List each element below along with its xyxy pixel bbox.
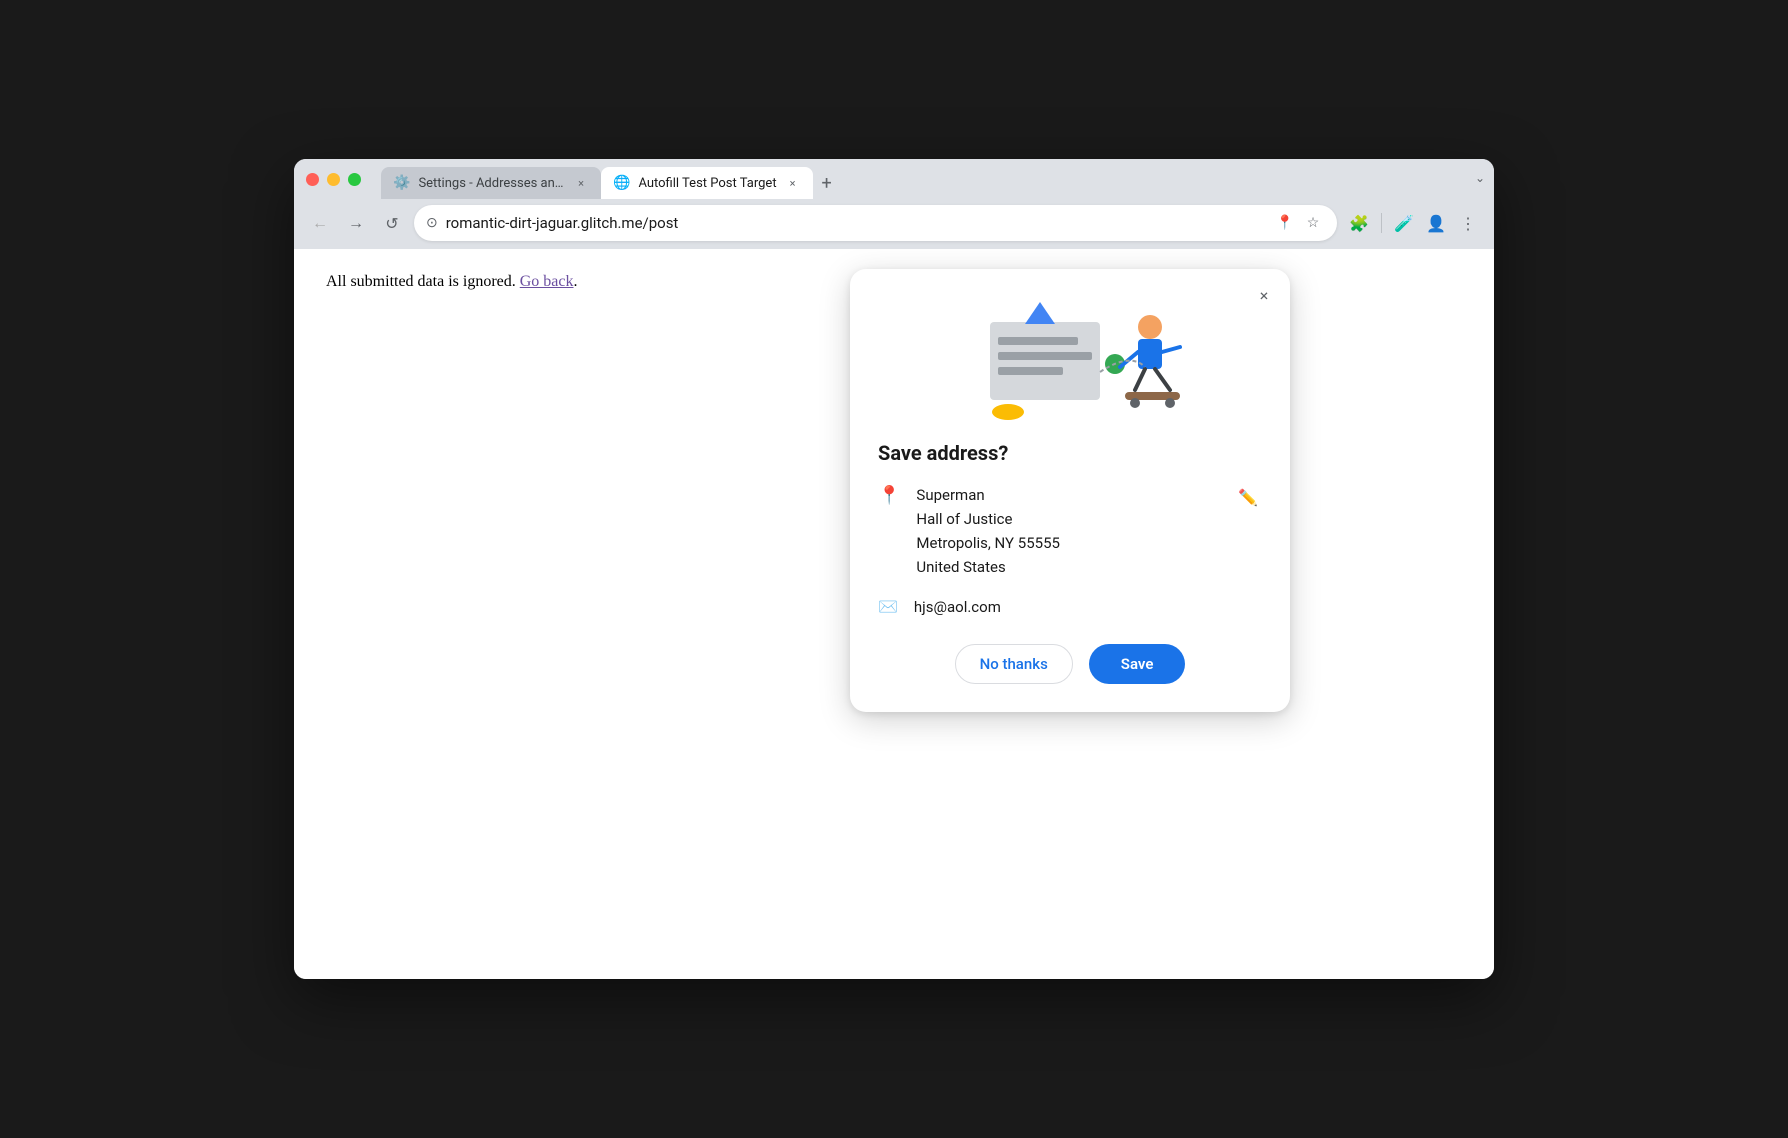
popup-illustration xyxy=(850,269,1290,429)
toolbar-actions: 🧩 🧪 👤 ⋮ xyxy=(1345,209,1482,237)
illustration-svg xyxy=(930,292,1210,422)
back-button[interactable]: ← xyxy=(306,209,334,237)
tab-expand-button[interactable]: ⌄ xyxy=(1466,164,1494,192)
new-tab-button[interactable]: + xyxy=(813,169,841,197)
address-info: 📍 Superman Hall of Justice Metropolis, N… xyxy=(878,483,1262,579)
profile-button[interactable]: 👤 xyxy=(1422,209,1450,237)
email-icon: ✉️ xyxy=(878,597,898,616)
title-bar: ⚙️ Settings - Addresses and mo × 🌐 Autof… xyxy=(294,159,1494,249)
autofill-tab-icon: 🌐 xyxy=(613,175,630,191)
email-text: hjs@aol.com xyxy=(914,598,1001,616)
address-details: Superman Hall of Justice Metropolis, NY … xyxy=(916,483,1218,579)
popup-body: Save address? 📍 Superman Hall of Justice… xyxy=(850,429,1290,712)
menu-button[interactable]: ⋮ xyxy=(1454,209,1482,237)
bookmark-icon[interactable]: ☆ xyxy=(1301,211,1325,235)
address-bar[interactable]: ⊙ romantic-dirt-jaguar.glitch.me/post 📍 … xyxy=(414,205,1337,241)
no-thanks-button[interactable]: No thanks xyxy=(955,644,1073,684)
minimize-button[interactable] xyxy=(327,173,340,186)
edit-address-button[interactable]: ✏️ xyxy=(1234,483,1262,511)
settings-tab-title: Settings - Addresses and mo xyxy=(418,176,565,191)
address-line2: Metropolis, NY 55555 xyxy=(916,531,1218,555)
autofill-tab[interactable]: 🌐 Autofill Test Post Target × xyxy=(601,167,813,199)
settings-tab[interactable]: ⚙️ Settings - Addresses and mo × xyxy=(381,167,601,199)
page-content: All submitted data is ignored. Go back. … xyxy=(294,249,1494,979)
reload-button[interactable]: ↺ xyxy=(378,209,406,237)
close-button[interactable] xyxy=(306,173,319,186)
url-text: romantic-dirt-jaguar.glitch.me/post xyxy=(446,214,1265,232)
settings-tab-icon: ⚙️ xyxy=(393,175,410,191)
settings-tab-close[interactable]: × xyxy=(573,175,589,191)
fullscreen-button[interactable] xyxy=(348,173,361,186)
location-pin-icon: 📍 xyxy=(878,485,900,506)
popup-actions: No thanks Save xyxy=(878,644,1262,684)
address-line1: Hall of Justice xyxy=(916,507,1218,531)
forward-button[interactable]: → xyxy=(342,209,370,237)
lab-button[interactable]: 🧪 xyxy=(1390,209,1418,237)
autofill-tab-title: Autofill Test Post Target xyxy=(638,176,776,191)
popup-close-button[interactable]: × xyxy=(1250,281,1278,309)
popup-overlay: × xyxy=(294,249,1494,979)
address-bar-row: ← → ↺ ⊙ romantic-dirt-jaguar.glitch.me/p… xyxy=(294,199,1494,249)
autofill-tab-close[interactable]: × xyxy=(785,175,801,191)
tracking-protection-icon: ⊙ xyxy=(426,215,438,231)
browser-window: ⚙️ Settings - Addresses and mo × 🌐 Autof… xyxy=(294,159,1494,979)
location-icon[interactable]: 📍 xyxy=(1273,211,1297,235)
address-name: Superman xyxy=(916,483,1218,507)
popup-title: Save address? xyxy=(878,441,1262,465)
save-button[interactable]: Save xyxy=(1089,644,1186,684)
toolbar-divider xyxy=(1381,213,1382,233)
extensions-button[interactable]: 🧩 xyxy=(1345,209,1373,237)
save-address-popup: × xyxy=(850,269,1290,712)
email-info: ✉️ hjs@aol.com xyxy=(878,597,1262,616)
traffic-lights xyxy=(294,163,373,196)
tab-bar: ⚙️ Settings - Addresses and mo × 🌐 Autof… xyxy=(373,159,1466,199)
address-country: United States xyxy=(916,555,1218,579)
